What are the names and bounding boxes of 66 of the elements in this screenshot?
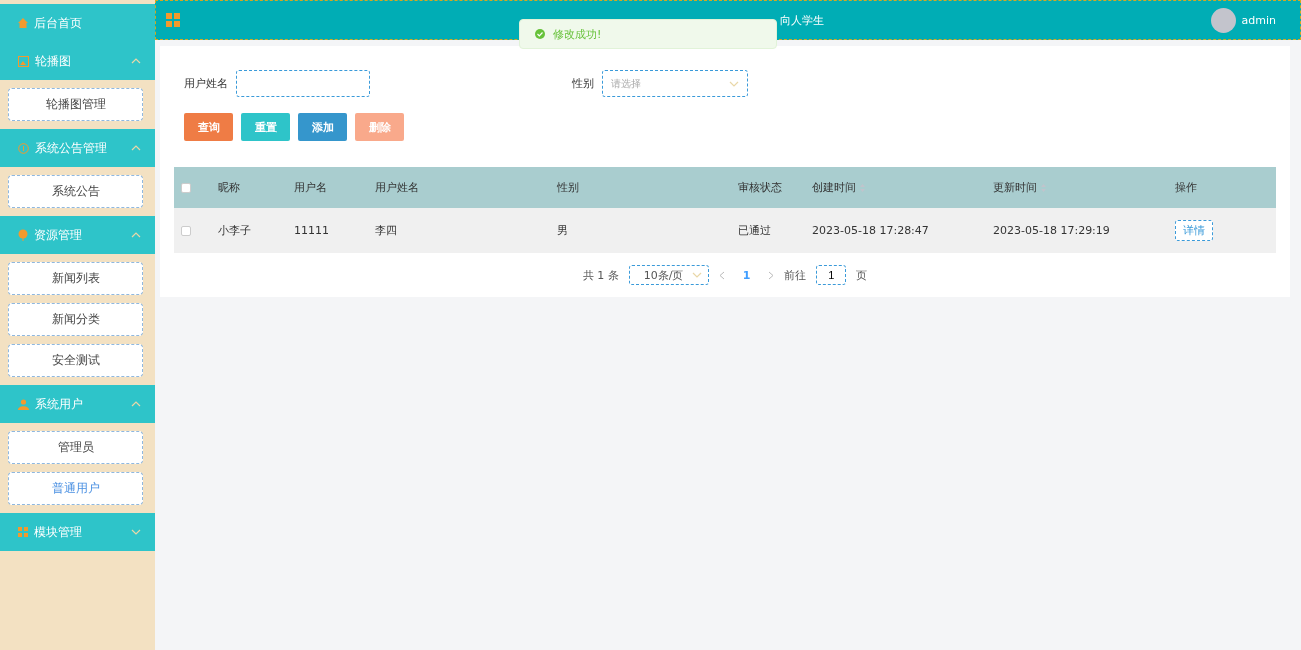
sidebar-item[interactable]: 普通用户 (8, 472, 143, 505)
page-input[interactable]: 1 (816, 265, 847, 285)
chevron-down-icon (691, 272, 702, 278)
toast-message: 修改成功! (553, 26, 602, 42)
row-checkbox[interactable] (181, 225, 191, 236)
sidebar-item[interactable]: 轮播图管理 (8, 88, 143, 121)
check-circle-icon (535, 29, 545, 39)
action-button[interactable]: 删除 (355, 113, 404, 141)
sidebar-group[interactable]: 模块管理 (0, 513, 155, 551)
column-header: 昵称 (218, 180, 241, 195)
sidebar-item[interactable]: 新闻分类 (8, 303, 143, 336)
user-icon (18, 398, 29, 410)
sidebar-group[interactable]: 系统用户 (0, 385, 155, 423)
user-name[interactable]: admin (1241, 13, 1276, 27)
next-page-icon[interactable] (768, 270, 775, 280)
sidebar-item[interactable]: 后台首页 (0, 4, 155, 42)
total-count: 共 1 条 (582, 267, 619, 283)
chevron-down-icon (729, 80, 739, 87)
image-icon (18, 55, 29, 67)
select-all-checkbox[interactable] (181, 182, 191, 193)
goto-label: 前往 (784, 267, 807, 283)
page-size-select[interactable]: 10条/页 (628, 265, 709, 285)
sidebar-group[interactable]: 轮播图 (0, 42, 155, 80)
action-button[interactable]: 添加 (298, 113, 347, 141)
action-button[interactable]: 重置 (241, 113, 290, 141)
chevron-up-icon (131, 232, 141, 238)
prev-page-icon[interactable] (718, 270, 725, 280)
column-header: 操作 (1175, 180, 1198, 195)
chevron-up-icon (131, 145, 141, 151)
chevron-down-icon (131, 529, 141, 535)
table-cell-text: 2023-05-18 17:29:19 (993, 224, 1111, 237)
page-number[interactable]: 1 (734, 268, 759, 282)
info-icon (18, 142, 29, 154)
table-cell-text: 2023-05-18 17:28:47 (812, 224, 930, 237)
chevron-up-icon (131, 58, 141, 64)
table-cell-text: 11111 (294, 224, 330, 237)
detail-button[interactable]: 详情 (1175, 220, 1213, 241)
gender-select[interactable]: 请选择 (602, 70, 748, 97)
grid-icon[interactable] (166, 13, 180, 27)
sidebar-item[interactable]: 系统公告 (8, 175, 143, 208)
site-title: 向人学生 (780, 12, 825, 28)
table-cell-text: 李四 (375, 223, 398, 238)
column-header: 用户姓名 (375, 180, 420, 195)
sidebar-item[interactable]: 安全测试 (8, 344, 143, 377)
name-input[interactable] (236, 70, 370, 97)
column-header: 创建时间 (812, 180, 993, 195)
grid-icon (18, 527, 28, 537)
column-header: 审核状态 (738, 180, 783, 195)
chevron-up-icon (131, 401, 141, 407)
pin-icon (18, 229, 28, 241)
sidebar-group[interactable]: 资源管理 (0, 216, 155, 254)
table-cell-text: 已通过 (738, 223, 772, 238)
column-header: 性别 (557, 180, 580, 195)
filter-label: 用户姓名 (184, 76, 228, 91)
avatar[interactable] (1210, 7, 1236, 33)
home-icon (18, 18, 28, 28)
table-cell-text: 男 (557, 223, 569, 238)
filter-label: 性别 (572, 76, 594, 91)
table-cell-text: 小李子 (218, 223, 252, 238)
action-button[interactable]: 查询 (184, 113, 233, 141)
column-header: 用户名 (294, 180, 328, 195)
page-suffix: 页 (856, 267, 868, 283)
sidebar-item[interactable]: 管理员 (8, 431, 143, 464)
column-header: 更新时间 (993, 180, 1175, 195)
sidebar-item[interactable]: 新闻列表 (8, 262, 143, 295)
sidebar-group[interactable]: 系统公告管理 (0, 129, 155, 167)
